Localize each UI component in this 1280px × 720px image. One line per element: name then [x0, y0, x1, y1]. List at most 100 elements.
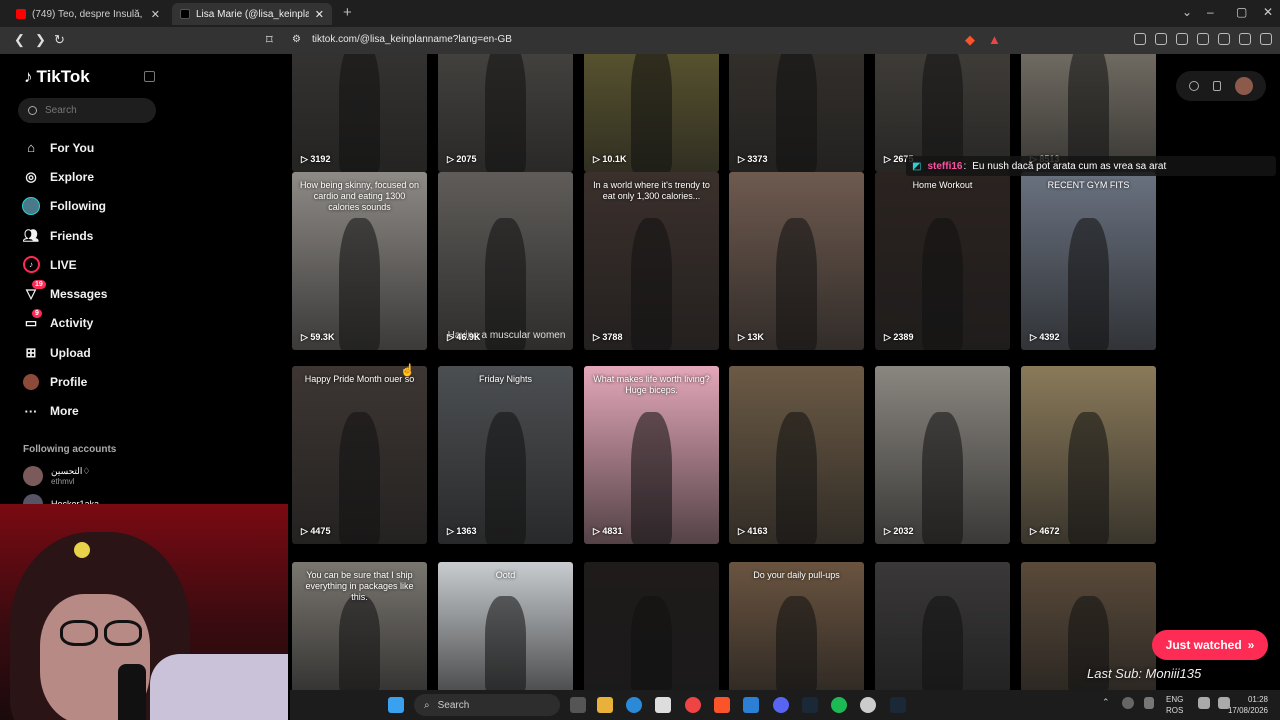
sidebar-nav: ⌂ For You ◎ Explore Following 👥︎ Friends… — [22, 133, 107, 426]
collapse-sidebar-icon[interactable] — [144, 71, 155, 82]
video-caption: Home Workout — [912, 180, 973, 190]
device-icon[interactable] — [1213, 81, 1221, 91]
video-card[interactable]: ▷ 2032 — [875, 366, 1010, 544]
minimize-icon[interactable]: – — [1207, 5, 1214, 19]
tiktok-logo[interactable]: ♪ TikTok — [24, 67, 90, 87]
brave-icon[interactable] — [714, 697, 730, 713]
sidebar-item-messages[interactable]: ▽ 19 Messages — [22, 279, 107, 308]
sidebar-item-more[interactable]: ··· More — [22, 397, 107, 426]
browser-tab-active[interactable]: Lisa Marie (@lisa_keinplanname) ✕ — [172, 3, 332, 25]
video-caption: Friday Nights — [478, 374, 532, 384]
browser-tab[interactable]: (749) Teo, despre Insulă, Ella și iubita… — [8, 3, 168, 25]
video-card[interactable]: ▷ 4163 — [729, 366, 864, 544]
video-card[interactable]: In a world where it's trendy to eat only… — [584, 172, 719, 350]
close-tab-icon[interactable]: ✕ — [151, 8, 160, 21]
file-explorer-icon[interactable] — [597, 697, 613, 713]
maximize-icon[interactable]: ▢ — [1236, 5, 1247, 19]
video-card[interactable]: What makes life worth living? Huge bicep… — [584, 366, 719, 544]
avatar[interactable] — [1235, 77, 1253, 95]
video-card[interactable]: RECENT GYM FITS ▷ 4392 — [1021, 172, 1156, 350]
video-card[interactable]: Ootd — [438, 562, 573, 690]
wallet-icon[interactable] — [1197, 33, 1209, 45]
video-card[interactable]: ▷ 4672 — [1021, 366, 1156, 544]
obs-icon[interactable] — [860, 697, 876, 713]
spotify-icon[interactable] — [831, 697, 847, 713]
sidebar-item-upload[interactable]: ⊞ Upload — [22, 338, 107, 367]
sidebar-item-for-you[interactable]: ⌂ For You — [22, 133, 107, 162]
sidebar-icon[interactable] — [1176, 33, 1188, 45]
bookmark-icon[interactable]: ⌑ — [266, 32, 273, 48]
view-count-value: 4831 — [602, 526, 623, 536]
close-window-icon[interactable]: ✕ — [1263, 5, 1273, 19]
search-input[interactable]: Search — [18, 98, 156, 123]
reload-icon[interactable]: ↻ — [54, 32, 65, 48]
site-info-icon[interactable]: ⚙ — [292, 34, 301, 45]
view-count: ▷ 10.1K — [593, 154, 626, 165]
windows-start-icon[interactable] — [388, 697, 404, 713]
clock-time: 01:28 — [1247, 695, 1268, 704]
video-card[interactable]: ▷ 3192 — [292, 54, 427, 172]
video-card[interactable]: ▷ 10.1K — [584, 54, 719, 172]
video-card[interactable]: Happy Pride Month ouer so ▷ 4475 — [292, 366, 427, 544]
video-card[interactable]: Friday Nights ▷ 1363 — [438, 366, 573, 544]
avatar — [23, 466, 43, 486]
sidebar-item-following[interactable]: Following — [22, 192, 107, 221]
video-card[interactable]: ▷ 13K — [729, 172, 864, 350]
video-card[interactable]: ▷ 3373 — [729, 54, 864, 172]
video-thumbnail-figure — [631, 412, 672, 544]
video-card[interactable]: ▷ 8513 — [1021, 54, 1156, 172]
sidebar-item-activity[interactable]: ▭ 9 Activity — [22, 309, 107, 338]
video-card[interactable]: ▷ 2675 — [875, 54, 1010, 172]
brave-shield-icon[interactable]: ◆ — [965, 32, 975, 48]
clock[interactable]: 01:28 17/08/2026 — [1228, 694, 1268, 716]
video-card[interactable]: Having a muscular women ▷ 46.9K — [438, 172, 573, 350]
video-card[interactable]: Home Workout ▷ 2389 — [875, 172, 1010, 350]
new-tab-icon[interactable]: + — [343, 4, 352, 21]
back-icon[interactable]: ❮ — [14, 32, 25, 48]
vscode-icon[interactable] — [743, 697, 759, 713]
view-count: ▷ 4831 — [593, 526, 622, 537]
following-account[interactable]: التحسين♢ ethmvl — [23, 466, 90, 486]
video-card[interactable]: How being skinny, focused on cardio and … — [292, 172, 427, 350]
clock-date: 17/08/2026 — [1227, 706, 1268, 715]
close-tab-icon[interactable]: ✕ — [315, 8, 324, 21]
video-thumbnail-figure — [339, 54, 380, 172]
video-card[interactable]: Do your daily pull-ups — [729, 562, 864, 690]
leo-icon[interactable] — [1218, 33, 1230, 45]
network-icon[interactable] — [1198, 697, 1210, 709]
task-view-icon[interactable] — [570, 697, 586, 713]
language-indicator[interactable]: ENG ROS — [1166, 694, 1183, 716]
brave-rewards-icon[interactable]: ▲ — [988, 32, 1001, 47]
store-icon[interactable] — [655, 697, 671, 713]
video-thumbnail-figure — [485, 54, 526, 172]
mic-tray-icon[interactable] — [1144, 697, 1154, 709]
sidebar-item-friends[interactable]: 👥︎ Friends — [22, 221, 107, 250]
video-card[interactable] — [584, 562, 719, 690]
compass-icon[interactable] — [1189, 81, 1199, 91]
music-icon[interactable] — [1155, 33, 1167, 45]
tray-app-icon[interactable] — [1122, 697, 1134, 709]
video-card[interactable]: ▷ 2075 — [438, 54, 573, 172]
video-caption: RECENT GYM FITS — [1047, 180, 1130, 190]
forward-icon[interactable]: ❯ — [35, 32, 46, 48]
tab-title: (749) Teo, despre Insulă, Ella și iubita — [32, 8, 145, 20]
compass-icon: ◎ — [25, 168, 37, 184]
tray-chevron-icon[interactable]: ⌃ — [1102, 697, 1112, 713]
steam-icon[interactable] — [890, 697, 906, 713]
sidebar-item-live[interactable]: ♪ LIVE — [22, 250, 107, 279]
menu-icon[interactable] — [1260, 33, 1272, 45]
video-card[interactable]: You can be sure that I ship everything i… — [292, 562, 427, 690]
tab-list-icon[interactable]: ⌄ — [1182, 5, 1192, 19]
sidebar-item-explore[interactable]: ◎ Explore — [22, 162, 107, 191]
sidebar-item-profile[interactable]: Profile — [22, 367, 107, 396]
video-card[interactable] — [875, 562, 1010, 690]
discord-icon[interactable] — [773, 697, 789, 713]
taskbar-search[interactable]: ⌕ Search — [414, 694, 560, 716]
extension-icon[interactable] — [1134, 33, 1146, 45]
just-watched-button[interactable]: Just watched » — [1152, 630, 1268, 660]
url-field[interactable]: tiktok.com/@lisa_keinplanname?lang=en-GB — [312, 34, 512, 45]
steam-icon[interactable] — [802, 697, 818, 713]
vpn-icon[interactable] — [1239, 33, 1251, 45]
chrome-icon[interactable] — [685, 697, 701, 713]
edge-icon[interactable] — [626, 697, 642, 713]
